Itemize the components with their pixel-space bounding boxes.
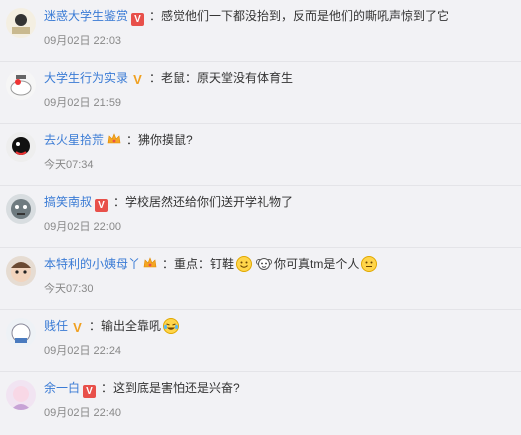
timestamp: 今天07:34 [44, 159, 94, 171]
timestamp: 今天07:30 [44, 283, 94, 295]
comment-item: 大学生行为实录 V ：老鼠：原天堂没有体育生 09月02日 21:59 [0, 62, 521, 124]
avatar[interactable] [6, 70, 36, 100]
comment-item: 本特利的小姨母丫 ：重点：钉鞋 你可真tm是个人 今天07:30 [0, 248, 521, 310]
verified-gold-v-icon: V [133, 72, 142, 87]
timestamp: 09月02日 22:00 [44, 221, 122, 233]
separator: ： [113, 195, 126, 209]
username[interactable]: 余一白 [44, 381, 80, 395]
comment-item: 余一白 V ：这到底是害怕还是兴奋? 09月02日 22:40 [0, 372, 521, 434]
avatar[interactable] [6, 318, 36, 348]
separator: ： [162, 257, 175, 271]
username[interactable]: 大学生行为实录 [44, 71, 128, 85]
separator: ： [126, 133, 139, 147]
smile-emoji-icon [236, 256, 253, 272]
timestamp: 09月02日 22:03 [44, 35, 122, 47]
comment-item: 去火星拾荒 ：狒你摸鼠? 今天07:34 [0, 124, 521, 186]
comment-item: 贱任 V ：输出全靠吼 09月02日 22:24 [0, 310, 521, 372]
username[interactable]: 迷惑大学生鉴赏 [44, 9, 128, 23]
verified-red-v-icon: V [95, 199, 109, 212]
username[interactable]: 搞笑南叔 [44, 195, 92, 209]
comment-text: 老鼠：原天堂没有体育生 [161, 71, 294, 85]
comment-text: 重点：钉鞋 [174, 257, 235, 271]
verified-red-v-icon: V [83, 385, 97, 398]
separator: ： [149, 71, 162, 85]
separator: ： [89, 319, 102, 333]
avatar[interactable] [6, 380, 36, 410]
avatar[interactable] [6, 8, 36, 38]
monkey-face-icon [256, 258, 273, 270]
comment-text: 感觉他们一下都没抬到，反而是他们的嘶吼声惊到了它 [161, 9, 450, 23]
comment-text-2: 你可真tm是个人 [274, 257, 360, 271]
avatar[interactable] [6, 132, 36, 162]
laugh-cry-emoji-icon [163, 318, 180, 334]
comment-text: 输出全靠吼 [101, 319, 162, 333]
verified-gold-v-icon: V [73, 320, 82, 335]
comment-text: 狒你摸鼠? [138, 133, 193, 147]
timestamp: 09月02日 22:24 [44, 345, 122, 357]
timestamp: 09月02日 22:40 [44, 407, 122, 419]
separator: ： [149, 9, 162, 23]
avatar[interactable] [6, 194, 36, 224]
vip-crown-icon [107, 133, 121, 146]
comment-item: 搞笑南叔 V ：学校居然还给你们送开学礼物了 09月02日 22:00 [0, 186, 521, 248]
avatar[interactable] [6, 256, 36, 286]
comment-item: 迷惑大学生鉴赏 V ：感觉他们一下都没抬到，反而是他们的嘶吼声惊到了它 09月02日… [0, 0, 521, 62]
username[interactable]: 去火星拾荒 [44, 133, 104, 147]
comment-text: 学校居然还给你们送开学礼物了 [125, 195, 294, 209]
username[interactable]: 贱任 [44, 319, 68, 333]
verified-red-v-icon: V [131, 13, 145, 26]
username[interactable]: 本特利的小姨母丫 [44, 257, 140, 271]
smile-emoji-icon [361, 256, 378, 272]
timestamp: 09月02日 21:59 [44, 97, 122, 109]
comment-text: 这到底是害怕还是兴奋? [113, 381, 240, 395]
vip-crown-icon [143, 257, 157, 270]
separator: ： [101, 381, 114, 395]
comment-feed: 迷惑大学生鉴赏 V ：感觉他们一下都没抬到，反而是他们的嘶吼声惊到了它 09月02日… [0, 0, 521, 435]
